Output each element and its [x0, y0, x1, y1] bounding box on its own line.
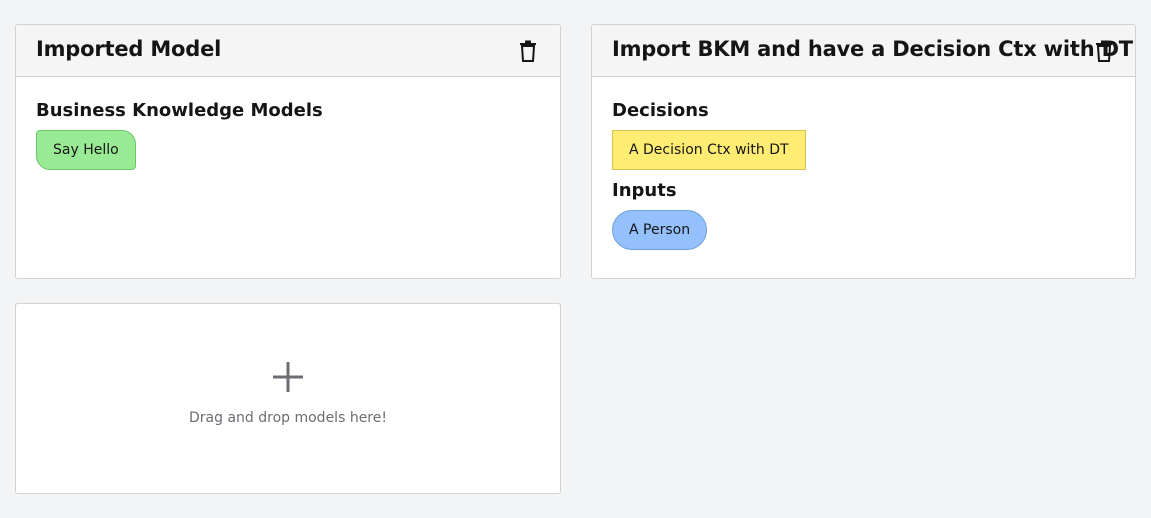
model-card-import-bkm: Import BKM and have a Decision Ctx with … [591, 24, 1136, 279]
dropzone[interactable]: Drag and drop models here! [15, 303, 561, 494]
model-card-title: Imported Model [36, 37, 222, 61]
trash-icon[interactable] [1094, 40, 1114, 62]
model-card-title: Import BKM and have a Decision Ctx with … [612, 37, 1133, 61]
plus-icon [273, 362, 303, 392]
trash-icon[interactable] [518, 40, 538, 62]
model-card-header: Import BKM and have a Decision Ctx with … [592, 25, 1135, 77]
section-title-bkm: Business Knowledge Models [36, 100, 323, 121]
model-card-header: Imported Model [16, 25, 560, 77]
section-title-inputs: Inputs [612, 180, 677, 201]
section-title-decisions: Decisions [612, 100, 709, 121]
decision-chip[interactable]: A Decision Ctx with DT [612, 130, 806, 170]
model-card-imported-model: Imported Model Business Knowledge Models… [15, 24, 561, 279]
dropzone-text: Drag and drop models here! [189, 410, 387, 426]
input-chip-a-person[interactable]: A Person [612, 210, 708, 250]
bkm-chip-say-hello[interactable]: Say Hello [36, 130, 136, 170]
